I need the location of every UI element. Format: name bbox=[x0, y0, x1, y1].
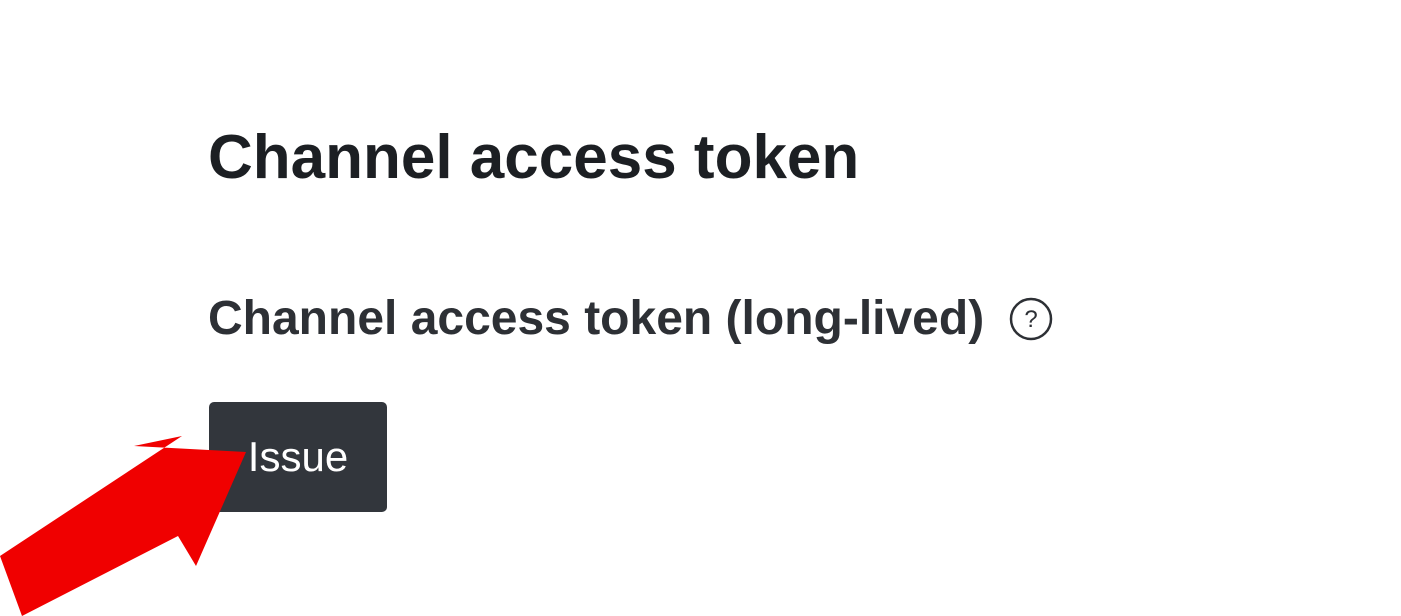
issue-button[interactable]: Issue bbox=[209, 402, 387, 512]
channel-settings-page: Channel access token Channel access toke… bbox=[0, 0, 1401, 616]
section-title: Channel access token bbox=[208, 123, 860, 192]
question-circle-icon[interactable]: ? bbox=[1008, 296, 1054, 342]
token-field-label: Channel access token (long-lived) bbox=[208, 292, 985, 345]
token-field-label-row: Channel access token (long-lived) ? bbox=[208, 290, 1054, 348]
svg-text:?: ? bbox=[1025, 306, 1038, 333]
